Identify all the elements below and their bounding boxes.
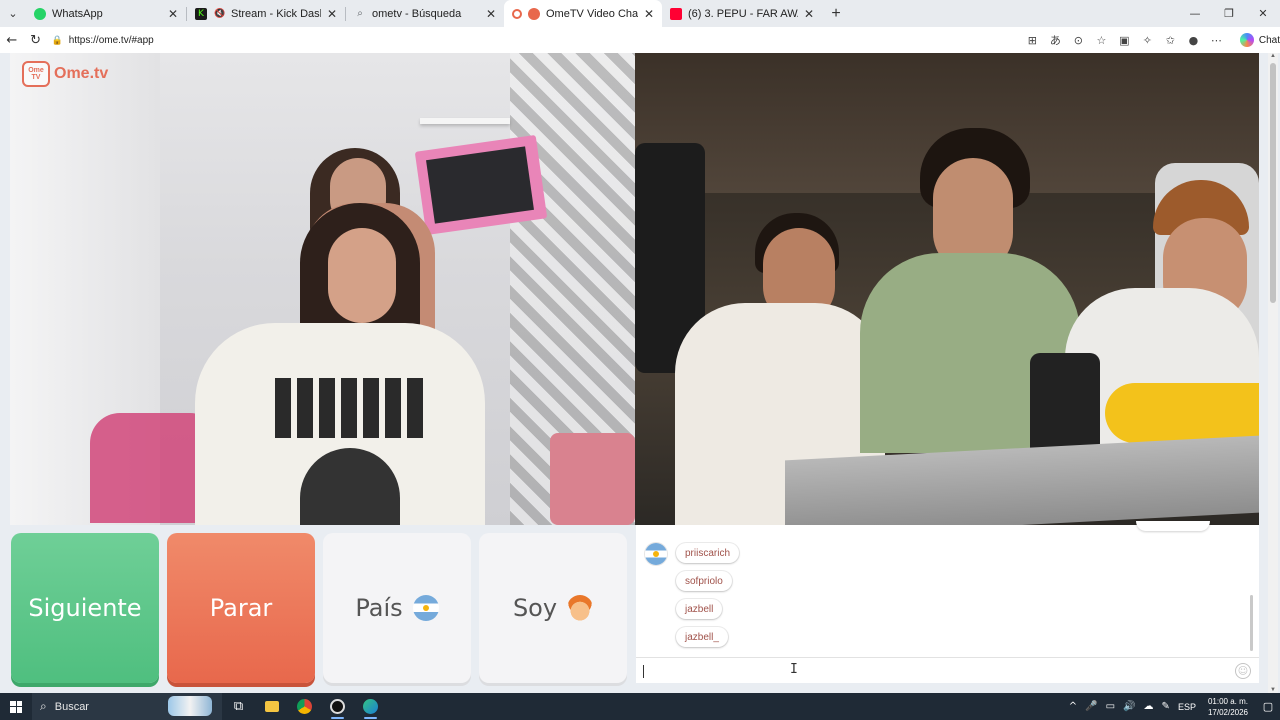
chat-panel: priiscarich sofpriolo jazbell jazbell_ I…: [636, 521, 1259, 683]
search-highlight-image: [168, 696, 212, 716]
search-icon: ⌕: [40, 699, 47, 713]
youtube-icon: [670, 7, 682, 20]
windows-logo-icon: [10, 700, 22, 713]
settings-more-icon[interactable]: ⋯: [1205, 34, 1228, 47]
close-icon[interactable]: ✕: [486, 7, 496, 21]
profile-icon[interactable]: ●: [1182, 34, 1205, 47]
pen-icon[interactable]: ✎: [1158, 701, 1174, 712]
favorites-icon[interactable]: ✩: [1159, 34, 1182, 47]
ibeam-cursor-icon: I: [790, 662, 798, 677]
recording-icon: [512, 8, 522, 19]
chat-message[interactable]: sofpriolo: [676, 571, 732, 591]
ometv-logo-text: Ome.tv: [54, 65, 109, 82]
gender-button[interactable]: Soy: [479, 533, 627, 683]
language-indicator[interactable]: ESP: [1174, 702, 1200, 712]
tshirt-print: [275, 378, 425, 438]
scrollbar-thumb[interactable]: [1270, 63, 1276, 303]
new-tab-button[interactable]: +: [822, 5, 850, 23]
restore-icon[interactable]: ❐: [1212, 0, 1246, 27]
extensions-icon[interactable]: ✧: [1136, 34, 1159, 47]
local-video: Ome TV Ome.tv: [10, 53, 635, 525]
clock-date: 17/02/2026: [1207, 707, 1248, 717]
browser-toolbar: ⊞ あ ⊙ ☆ ▣ ✧ ✩ ● ⋯: [1021, 32, 1228, 48]
app-available-icon[interactable]: ⊞: [1021, 34, 1044, 47]
close-icon[interactable]: ✕: [804, 7, 814, 21]
chat-messages[interactable]: priiscarich sofpriolo jazbell jazbell_: [636, 521, 1259, 655]
tab-youtube[interactable]: (6) 3. PEPU - FAR AWAY (Video Ofi ✕: [662, 0, 822, 27]
favorite-star-icon[interactable]: ☆: [1090, 34, 1113, 47]
volume-icon[interactable]: 🔊: [1119, 701, 1139, 712]
system-tray: ^ 🎤 ▭ 🔊 ☁ ✎ ESP 01:00 a. m. 17/02/2026 ▢: [1065, 696, 1280, 718]
clock-time: 01:00 a. m.: [1207, 696, 1248, 706]
close-icon[interactable]: ✕: [168, 7, 178, 21]
argentina-flag-icon: [645, 543, 667, 565]
smiley-icon[interactable]: ☺: [1235, 663, 1251, 679]
wall-shelf: [420, 118, 510, 124]
whatsapp-icon: [34, 7, 46, 20]
minimize-icon[interactable]: —: [1178, 0, 1212, 27]
boy-avatar-icon: [567, 595, 594, 621]
screen-capture-icon[interactable]: ▣: [1113, 34, 1136, 47]
url-field[interactable]: 🔒 https://ome.tv/#app: [51, 30, 1020, 50]
argentina-flag-icon: [412, 595, 439, 621]
network-icon[interactable]: ▭: [1102, 701, 1119, 712]
file-explorer-icon[interactable]: [255, 693, 288, 720]
microphone-icon[interactable]: 🎤: [1081, 701, 1101, 712]
ometv-logo[interactable]: Ome TV Ome.tv: [22, 61, 108, 87]
chat-message[interactable]: priiscarich: [676, 543, 740, 563]
muted-speaker-icon[interactable]: 🔇: [213, 8, 227, 20]
tab-ometv[interactable]: OmeTV Video Chat — Omegle ✕: [504, 0, 662, 27]
text-caret: [643, 665, 644, 678]
search-icon: ⌕: [357, 8, 363, 19]
more-tools-icon[interactable]: ⊙: [1067, 34, 1090, 47]
copilot-chat-button[interactable]: Chat: [1239, 33, 1280, 47]
ometv-logo-mark: Ome TV: [22, 61, 50, 87]
edge-icon[interactable]: [354, 693, 387, 720]
message-bubble-partial: [1136, 521, 1210, 531]
close-window-icon[interactable]: ✕: [1246, 0, 1280, 27]
chrome-icon[interactable]: [288, 693, 321, 720]
site-info-icon[interactable]: 🔒: [51, 35, 62, 46]
yellow-object: [1105, 383, 1259, 443]
obs-icon[interactable]: [321, 693, 354, 720]
task-view-icon[interactable]: ⧉: [222, 693, 255, 720]
windows-taskbar: ⌕ Buscar ⧉ ^ 🎤 ▭ 🔊 ☁ ✎ ESP 01:00 a. m. 1…: [0, 693, 1280, 720]
person-front-face: [328, 228, 396, 323]
url-text: https://ome.tv/#app: [68, 34, 154, 46]
ometv-app: Ome TV Ome.tv Siguiente Parar País Soy p…: [0, 53, 1280, 693]
show-hidden-icons[interactable]: ^: [1065, 701, 1081, 712]
scroll-up-icon[interactable]: ▲: [1268, 53, 1278, 59]
address-bar: ← ↻ 🔒 https://ome.tv/#app ⊞ あ ⊙ ☆ ▣ ✧ ✩ …: [0, 27, 1280, 53]
ometv-favicon-icon: [528, 7, 540, 20]
pink-box: [550, 433, 635, 525]
start-button[interactable]: [0, 700, 32, 713]
tab-kick-dashboard[interactable]: K 🔇 Stream - Kick Dashboard ✕: [187, 0, 345, 27]
page-scrollbar[interactable]: ▲ ▼: [1268, 53, 1278, 693]
next-button[interactable]: Siguiente: [11, 533, 159, 683]
window-controls: — ❐ ✕: [1178, 0, 1280, 27]
chat-message[interactable]: jazbell: [676, 599, 723, 619]
browser-tab-strip: ⌄ WhatsApp ✕ K 🔇 Stream - Kick Dashboard…: [0, 0, 1280, 27]
chat-message[interactable]: jazbell_: [676, 627, 728, 647]
remote-video: [635, 53, 1259, 525]
notifications-icon[interactable]: ▢: [1256, 700, 1280, 713]
onedrive-icon[interactable]: ☁: [1140, 701, 1158, 712]
copilot-icon: [1239, 33, 1254, 47]
chat-input[interactable]: I ☺: [636, 657, 1259, 683]
tab-search[interactable]: ⌕ ometv - Búsqueda ✕: [346, 0, 504, 27]
translate-icon[interactable]: あ: [1044, 32, 1067, 48]
country-button[interactable]: País: [323, 533, 471, 683]
stop-button[interactable]: Parar: [167, 533, 315, 683]
close-icon[interactable]: ✕: [327, 7, 337, 21]
taskbar-search[interactable]: ⌕ Buscar: [32, 693, 222, 720]
tab-actions-menu[interactable]: ⌄: [0, 0, 26, 27]
kick-icon: K: [195, 7, 207, 20]
tab-whatsapp[interactable]: WhatsApp ✕: [26, 0, 186, 27]
reload-icon[interactable]: ↻: [24, 33, 48, 48]
chat-scrollbar[interactable]: [1250, 595, 1253, 651]
clock[interactable]: 01:00 a. m. 17/02/2026: [1200, 696, 1256, 718]
close-icon[interactable]: ✕: [644, 7, 654, 21]
back-icon[interactable]: ←: [0, 33, 24, 48]
